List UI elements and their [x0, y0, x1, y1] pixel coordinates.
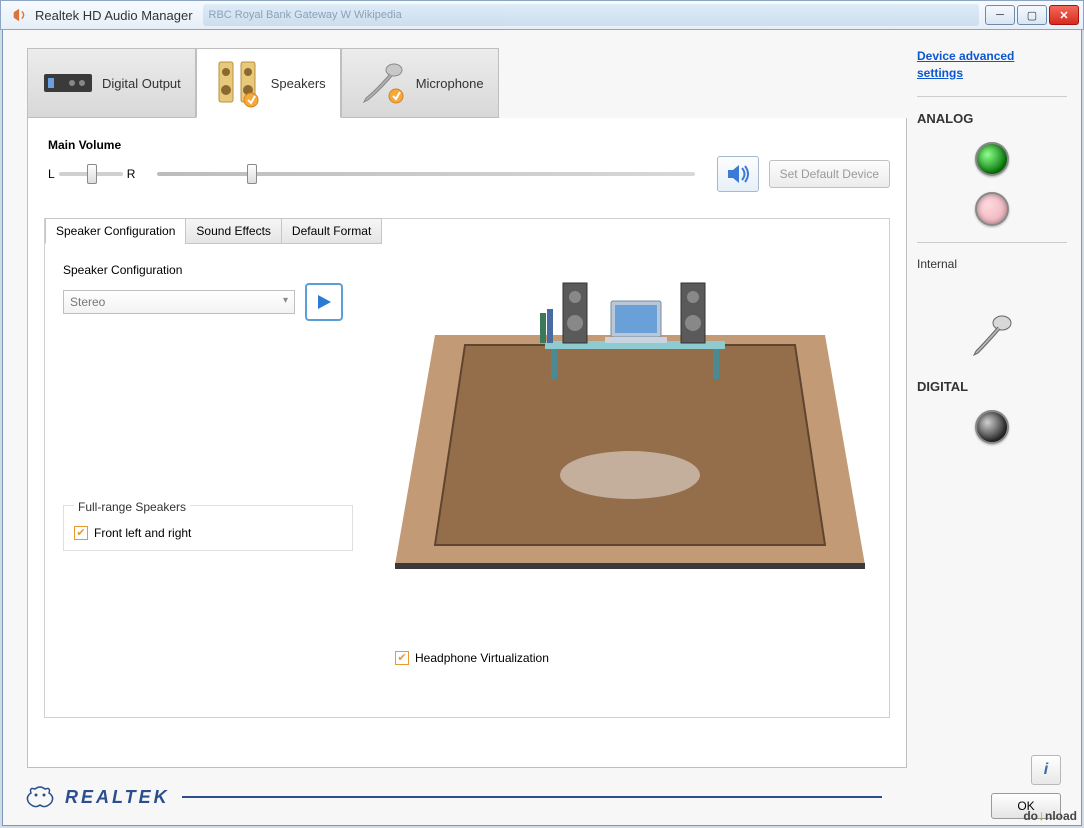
checkbox-front-lr[interactable] [74, 526, 88, 540]
speaker-config-label: Speaker Configuration [63, 263, 343, 277]
footer-logo: REALTEK [23, 783, 882, 811]
internal-label: Internal [917, 257, 1067, 271]
balance-right-label: R [127, 167, 136, 181]
fullrange-speakers-group: Full-range Speakers Front left and right [63, 505, 353, 551]
tab-default-format[interactable]: Default Format [281, 218, 382, 244]
headphone-virtualization-label: Headphone Virtualization [415, 651, 549, 665]
divider [917, 96, 1067, 97]
speakers-icon [211, 60, 263, 106]
digital-label: DIGITAL [917, 379, 1067, 394]
divider [917, 242, 1067, 243]
footer-divider [182, 796, 882, 798]
minimize-button[interactable]: ─ [985, 5, 1015, 25]
main-volume-label: Main Volume [48, 138, 890, 152]
balance-control: L R [48, 167, 135, 181]
tab-label: Microphone [416, 76, 484, 91]
checkbox-front-lr-label: Front left and right [94, 526, 191, 540]
window-title: Realtek HD Audio Manager [35, 8, 193, 23]
tab-digital-output[interactable]: Digital Output [27, 48, 196, 118]
info-button[interactable]: i [1031, 755, 1061, 785]
titlebar: Realtek HD Audio Manager RBC Royal Bank … [0, 0, 1084, 30]
mute-button[interactable] [717, 156, 759, 192]
content-panel: Main Volume L R Set Default Device Speak… [27, 118, 907, 768]
jack-pink[interactable] [975, 192, 1009, 226]
jack-green[interactable] [975, 142, 1009, 176]
tab-label: Digital Output [102, 76, 181, 91]
internal-mic-icon [968, 311, 1016, 359]
checkbox-headphone-virtualization[interactable] [395, 651, 409, 665]
tab-speakers[interactable]: Speakers [196, 48, 341, 118]
test-play-button[interactable] [305, 283, 343, 321]
analog-label: ANALOG [917, 111, 1067, 126]
fullrange-header: Full-range Speakers [74, 500, 190, 514]
maximize-button[interactable]: ▢ [1017, 5, 1047, 25]
volume-slider[interactable] [157, 172, 694, 176]
browser-tabs-background: RBC Royal Bank Gateway W Wikipedia [203, 4, 979, 26]
jack-digital[interactable] [975, 410, 1009, 444]
device-tabs: Digital Output Speakers Microphone [27, 48, 907, 118]
client-area: Digital Output Speakers Microphone Main … [2, 30, 1082, 826]
app-icon [11, 6, 29, 24]
tab-speaker-configuration[interactable]: Speaker Configuration [45, 218, 186, 244]
microphone-icon [356, 60, 408, 106]
tab-sound-effects[interactable]: Sound Effects [185, 218, 282, 244]
close-button[interactable]: ✕ [1049, 5, 1079, 25]
device-advanced-settings-link[interactable]: Device advancedsettings [917, 48, 1067, 82]
sound-icon [725, 163, 751, 185]
realtek-crab-icon [23, 783, 57, 811]
balance-slider[interactable] [59, 172, 123, 176]
room-visualization [395, 255, 865, 595]
tab-label: Speakers [271, 76, 326, 91]
digital-output-icon [42, 60, 94, 106]
play-icon [315, 293, 333, 311]
sidebar: Device advancedsettings ANALOG Internal … [917, 48, 1067, 748]
watermark: do↓nload [1023, 807, 1077, 823]
balance-left-label: L [48, 167, 55, 181]
set-default-device-button[interactable]: Set Default Device [769, 160, 890, 188]
brand-text: REALTEK [65, 787, 170, 808]
tab-microphone[interactable]: Microphone [341, 48, 499, 118]
speaker-config-select[interactable]: Stereo [63, 290, 295, 314]
config-panel: Speaker Configuration Sound Effects Defa… [44, 218, 890, 718]
